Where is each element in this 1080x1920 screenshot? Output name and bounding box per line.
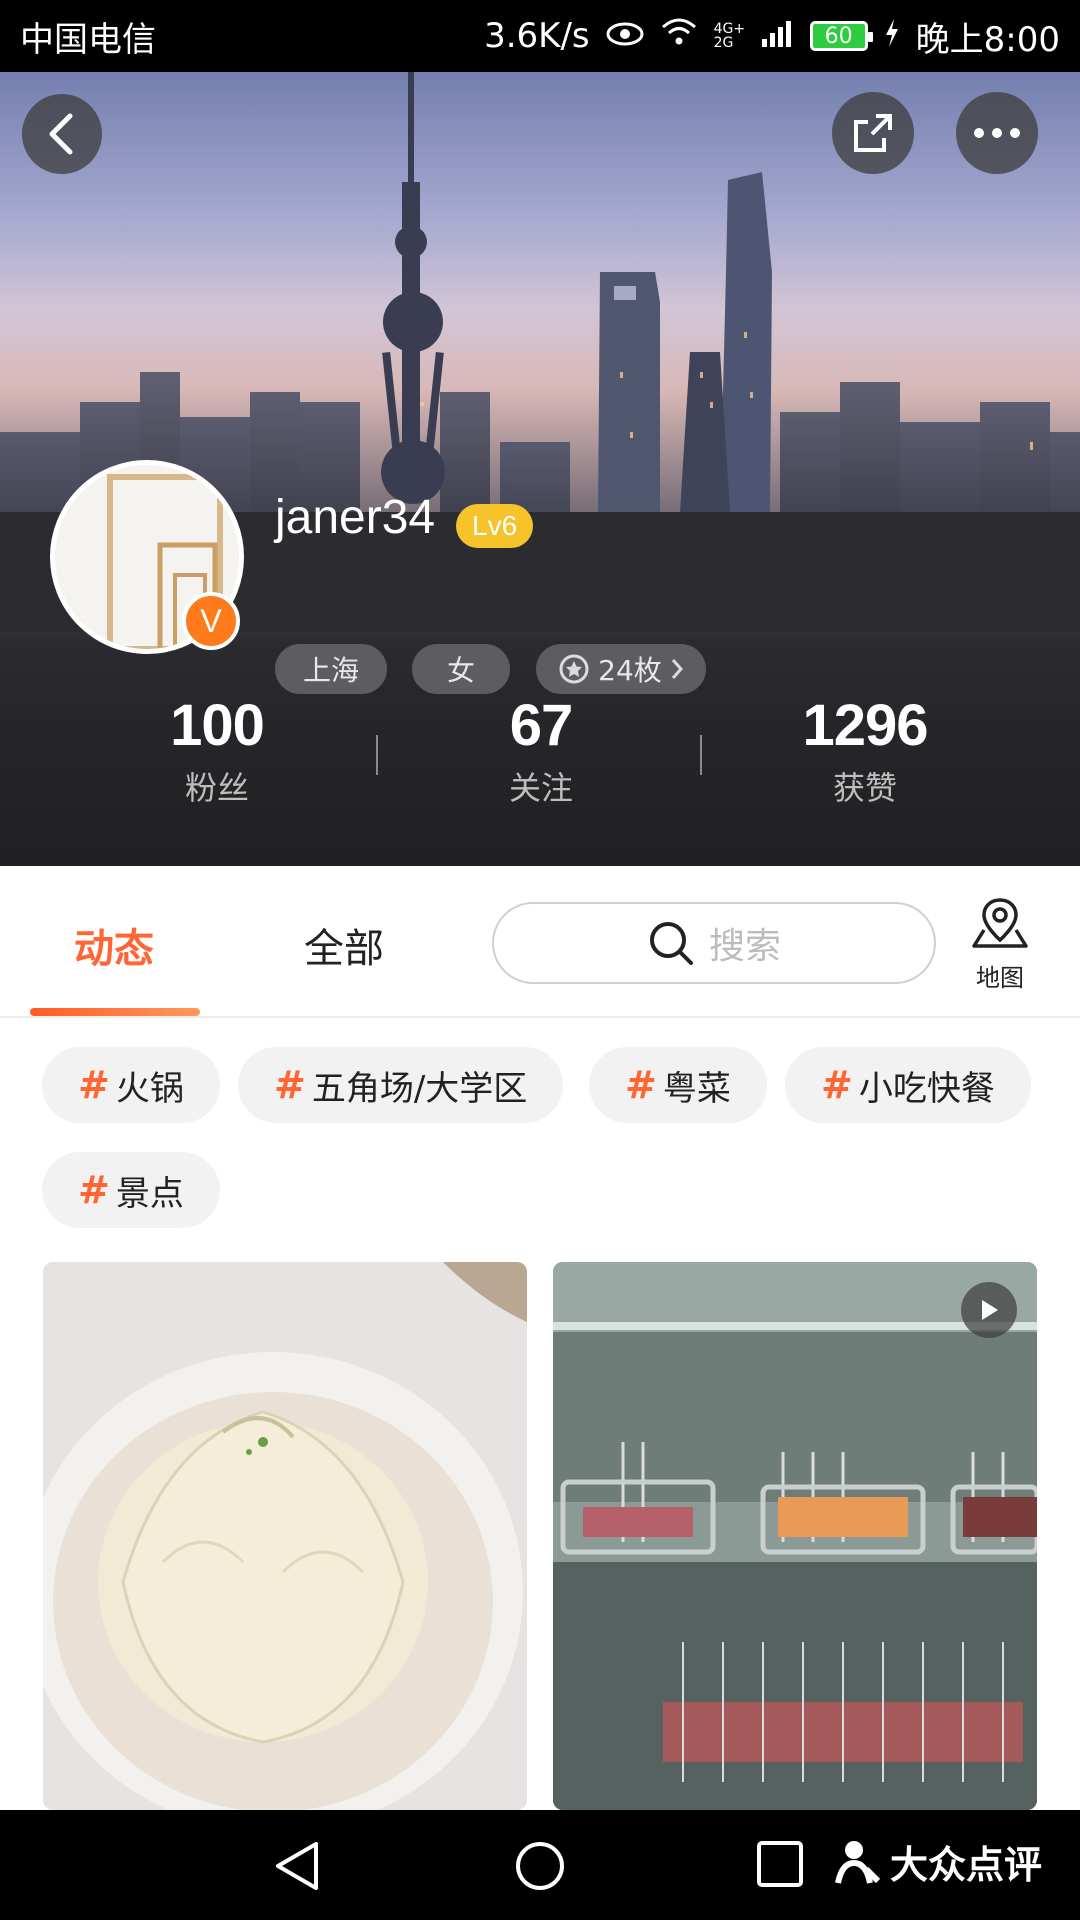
nav-back-button[interactable] xyxy=(272,1840,322,1896)
tag-snacks[interactable]: # 小吃快餐 xyxy=(785,1047,1031,1123)
battery-indicator: 60 xyxy=(809,21,873,51)
tab-bar: 动态 全部 搜索 地图 xyxy=(0,866,1080,1018)
carrier-label: 中国电信 xyxy=(20,19,156,60)
map-label: 地图 xyxy=(976,964,1024,992)
more-button[interactable] xyxy=(956,92,1038,174)
city-label: 上海 xyxy=(302,654,359,687)
active-tab-indicator xyxy=(30,1008,200,1016)
back-button[interactable] xyxy=(22,94,102,174)
tag-cantonese[interactable]: # 粤菜 xyxy=(589,1047,767,1123)
post-card-bun[interactable] xyxy=(43,1262,527,1810)
share-icon xyxy=(854,114,892,152)
tag-wujiaochang[interactable]: # 五角场/大学区 xyxy=(238,1047,564,1123)
search-placeholder: 搜索 xyxy=(708,926,781,967)
status-right: 3.6K/s 4G+ 2G 60 晚上8:00 xyxy=(484,12,1060,61)
tag-hotpot[interactable]: # 火锅 xyxy=(42,1047,220,1123)
network-type: 4G+ 2G xyxy=(713,21,746,51)
stat-following[interactable]: 67 关注 xyxy=(441,692,641,809)
video-play-button[interactable] xyxy=(961,1282,1017,1338)
wifi-icon xyxy=(660,16,698,56)
stat-likes-value: 1296 xyxy=(802,693,928,758)
gender-chip: 女 xyxy=(412,644,510,694)
clock: 晚上8:00 xyxy=(915,19,1060,60)
tag-label: 五角场/大学区 xyxy=(311,1068,528,1109)
tab-all[interactable]: 全部 xyxy=(304,916,384,974)
stat-divider xyxy=(376,735,378,775)
status-bar: 中国电信 3.6K/s 4G+ 2G 60 晚上8:00 xyxy=(0,0,1080,72)
stat-following-value: 67 xyxy=(509,693,574,758)
charging-icon xyxy=(884,16,900,56)
medals-chip[interactable]: 24枚 xyxy=(536,644,706,694)
hashtag-icon: # xyxy=(274,1063,306,1107)
stat-following-label: 关注 xyxy=(508,769,573,807)
stat-likes-label: 获赞 xyxy=(832,769,897,807)
bun-photo xyxy=(43,1262,527,1810)
back-icon xyxy=(49,113,73,155)
skewers-photo xyxy=(553,1262,1037,1810)
city-chip: 上海 xyxy=(275,644,387,694)
search-input[interactable]: 搜索 xyxy=(492,902,936,984)
network-speed: 3.6K/s xyxy=(484,16,590,56)
tag-scenic[interactable]: # 景点 xyxy=(42,1152,220,1228)
search-icon xyxy=(649,922,693,965)
brand-person-icon xyxy=(835,1840,881,1884)
hashtag-icon: # xyxy=(78,1168,110,1212)
tag-label: 景点 xyxy=(115,1173,184,1214)
medals-label: 24枚 xyxy=(598,654,662,687)
stat-followers-value: 100 xyxy=(170,693,265,758)
nav-home-icon xyxy=(516,1842,564,1890)
level-badge: Lv6 xyxy=(456,504,534,548)
medal-icon xyxy=(559,654,589,684)
nav-recent-icon xyxy=(757,1841,803,1887)
tag-label: 火锅 xyxy=(115,1068,184,1109)
nav-home-button[interactable] xyxy=(514,1840,566,1896)
hashtag-icon: # xyxy=(625,1063,657,1107)
brand-logo: 大众点评 xyxy=(832,1834,1042,1889)
username: janer34 xyxy=(275,491,436,544)
nav-back-icon xyxy=(276,1842,318,1890)
stat-divider xyxy=(700,735,702,775)
more-icon xyxy=(974,128,1020,138)
nav-recent-button[interactable] xyxy=(756,1840,804,1892)
map-button[interactable]: 地图 xyxy=(960,896,1040,993)
tag-label: 小吃快餐 xyxy=(858,1068,995,1109)
gender-label: 女 xyxy=(446,654,475,687)
system-nav-bar: 大众点评 xyxy=(0,1810,1080,1920)
chevron-right-icon xyxy=(671,659,683,679)
tab-feed[interactable]: 动态 xyxy=(74,916,154,974)
brand-name: 大众点评 xyxy=(890,1843,1043,1887)
tag-label: 粤菜 xyxy=(662,1068,731,1109)
stat-followers[interactable]: 100 粉丝 xyxy=(117,692,317,809)
map-pin-icon xyxy=(972,898,1028,948)
play-icon xyxy=(982,1300,998,1320)
signal-icon xyxy=(760,16,794,56)
share-button[interactable] xyxy=(832,92,914,174)
eye-icon xyxy=(606,16,644,56)
post-card-skewers[interactable] xyxy=(553,1262,1037,1810)
hashtag-icon: # xyxy=(821,1063,853,1107)
verified-badge: V xyxy=(182,592,240,650)
stat-likes[interactable]: 1296 获赞 xyxy=(765,692,965,809)
hashtag-icon: # xyxy=(78,1063,110,1107)
stat-followers-label: 粉丝 xyxy=(184,769,249,807)
